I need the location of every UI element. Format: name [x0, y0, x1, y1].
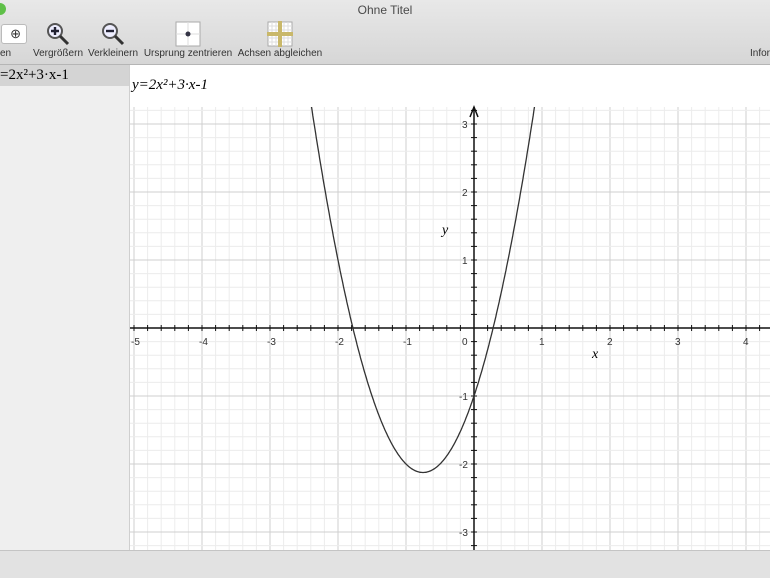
center-origin-icon	[175, 21, 201, 47]
x-tick-label: 1	[539, 337, 545, 348]
x-tick-label: -5	[131, 337, 140, 348]
x-tick-label: 3	[675, 337, 681, 348]
status-bar	[0, 550, 770, 578]
x-tick-label: -4	[199, 337, 208, 348]
x-tick-label: 0	[462, 337, 468, 348]
y-tick-label: 2	[462, 188, 468, 199]
x-axis-label: x	[591, 347, 599, 362]
zoom-in-small-button[interactable]: ⊕ en	[0, 20, 34, 59]
y-tick-label: -1	[459, 392, 468, 403]
x-tick-label: -2	[335, 337, 344, 348]
equation-list: =2x²+3·x-1	[0, 65, 130, 550]
title-bar: Ohne Titel ⊕ en Vergrößern Verkleinern U…	[0, 0, 770, 65]
align-axes-icon	[267, 21, 293, 47]
function-curve	[310, 107, 536, 474]
zoom-in-button[interactable]: Vergrößern	[32, 20, 84, 59]
x-tick-label: -1	[403, 337, 412, 348]
y-tick-label: 1	[462, 256, 468, 267]
zoom-in-small-icon: ⊕	[1, 24, 27, 44]
plot[interactable]: -5 -4 -3 -2 -1 0 1 2 3 4 3 2 1 -1 -2 -3 x y	[130, 65, 770, 550]
window-title: Ohne Titel	[357, 3, 413, 17]
center-origin-button[interactable]: Ursprung zentrieren	[142, 20, 234, 59]
y-tick-label: -2	[459, 460, 468, 471]
y-tick-label: 3	[462, 120, 468, 131]
magnifier-minus-icon	[102, 23, 125, 46]
y-axis-label: y	[440, 223, 449, 238]
y-tick-label: -3	[459, 528, 468, 539]
zoom-out-button[interactable]: Verkleinern	[86, 20, 140, 59]
magnifier-plus-icon	[47, 23, 70, 46]
x-tick-label: 2	[607, 337, 613, 348]
x-tick-label: -3	[267, 337, 276, 348]
align-axes-button[interactable]: Achsen abgleichen	[236, 20, 324, 59]
x-tick-label: 4	[743, 337, 749, 348]
info-button[interactable]: Infor	[750, 48, 770, 59]
equation-list-item[interactable]: =2x²+3·x-1	[0, 65, 129, 86]
graph-view[interactable]: y=2x²+3·x-1 -5 -4 -3 -2 -1 0 1 2 3 4 3 2 1 -1 -2 -3 x y	[130, 65, 770, 550]
